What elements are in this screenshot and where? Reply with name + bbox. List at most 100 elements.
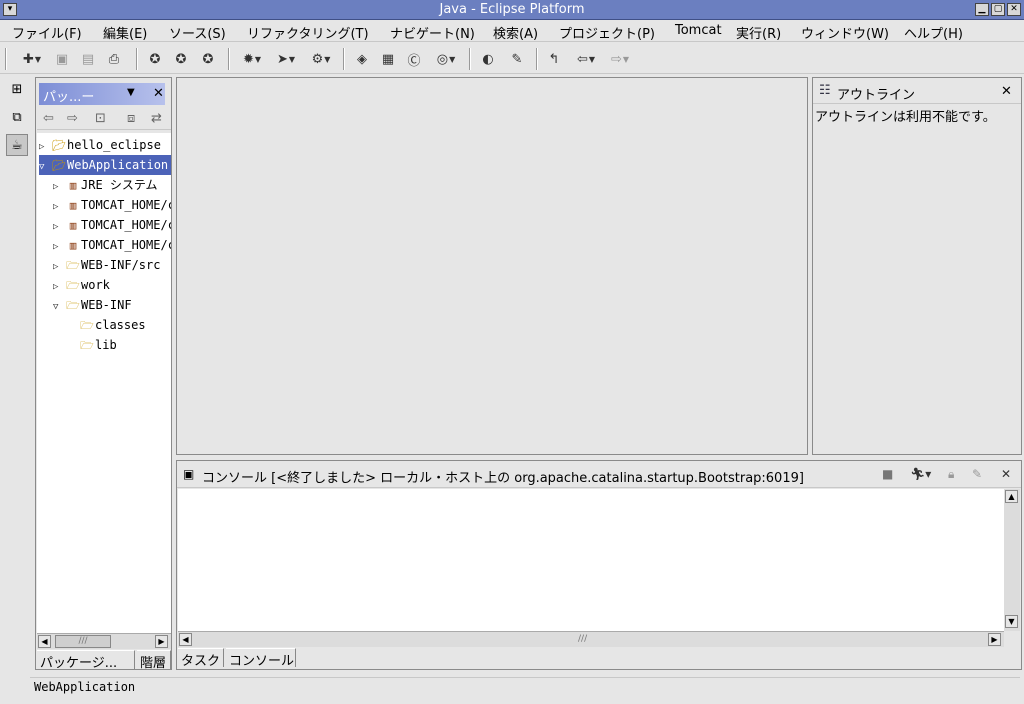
tree-item[interactable]: ▷ 🗁︎work <box>53 275 171 295</box>
menu-window[interactable]: ウィンドウ(W) <box>801 23 889 42</box>
console-title[interactable]: コンソール [<終了しました> ローカル・ホスト上の org.apache.ca… <box>202 467 804 486</box>
menu-source[interactable]: ソース(S) <box>169 23 226 42</box>
back-icon[interactable]: ⇦ <box>43 111 54 126</box>
scroll-up-icon[interactable]: ▲ <box>1005 490 1018 503</box>
scroll-left-icon[interactable]: ◀ <box>38 635 51 648</box>
jar-icon: ▥ <box>69 219 77 232</box>
close-icon[interactable]: ✕ <box>1001 467 1011 481</box>
external-tools-button[interactable]: ⚙ ▼ <box>306 50 336 68</box>
open-type-button[interactable]: ◐ <box>479 50 497 68</box>
forward-button[interactable]: ⇨ ▼ <box>606 50 634 68</box>
editor-area[interactable] <box>176 77 808 455</box>
terminate-icon[interactable]: ■ <box>882 467 893 481</box>
menu-search[interactable]: 検索(A) <box>493 23 538 42</box>
tree-item[interactable]: ▷ ▥ JRE システム <box>53 175 171 195</box>
lock-icon[interactable]: 🔒︎ <box>948 467 954 482</box>
collapsed-toggle-icon[interactable]: ▷ <box>53 277 65 297</box>
scrollbar-thumb[interactable]: /// <box>578 634 587 644</box>
tree-item[interactable]: ▷ ▥ TOMCAT_HOME/c <box>53 235 171 255</box>
folder-icon: 🗁︎ <box>80 319 94 332</box>
save-icon: ▣ <box>55 51 69 67</box>
clear-console-icon[interactable]: ✎ <box>972 467 982 481</box>
scroll-left-icon[interactable]: ◀ <box>179 633 192 646</box>
scrollbar-thumb[interactable]: /// <box>55 635 111 648</box>
view-menu-icon[interactable]: ▼ <box>127 87 135 98</box>
tree-item-label: work <box>81 278 110 292</box>
horizontal-scrollbar[interactable]: ◀ /// ▶ <box>37 633 171 649</box>
java-perspective-button[interactable]: ☕ <box>6 134 28 156</box>
tomcat-start-button[interactable]: ✪ <box>146 50 164 68</box>
jar-icon: ▥ <box>69 239 77 252</box>
tree-item[interactable]: ▽ 🗁︎WEB-INF <box>53 295 171 315</box>
menu-file[interactable]: ファイル(F) <box>12 23 82 42</box>
tree-item[interactable]: ▷ ▥ TOMCAT_HOME/c <box>53 195 171 215</box>
console-output[interactable] <box>178 489 1004 631</box>
tree-item[interactable]: ▷ ▥ TOMCAT_HOME/c <box>53 215 171 235</box>
tomcat-stop-button[interactable]: ✪ <box>172 50 190 68</box>
last-edit-button[interactable]: ↰ <box>545 50 563 68</box>
collapsed-toggle-icon[interactable]: ▷ <box>53 257 65 277</box>
horizontal-scrollbar[interactable]: ◀ /// ▶ <box>178 631 1004 647</box>
open-perspective-button[interactable]: ⊞ <box>6 78 28 100</box>
scroll-right-icon[interactable]: ▶ <box>988 633 1001 646</box>
menu-help[interactable]: ヘルプ(H) <box>904 23 963 42</box>
status-text: WebApplication <box>34 680 136 694</box>
forward-icon[interactable]: ⇨ <box>67 111 78 126</box>
pin-icon: ✎ <box>511 51 523 67</box>
back-button[interactable]: ⇦ ▼ <box>572 50 600 68</box>
new-project-icon: ◈ <box>357 51 367 67</box>
save-all-button[interactable]: ▤ <box>79 50 97 68</box>
folder-open-icon: 🗁︎ <box>66 299 80 312</box>
tree-item[interactable]: ▷ 🗁︎WEB-INF/src <box>53 255 171 275</box>
console-icon: ▣ <box>183 467 195 481</box>
close-icon[interactable]: ✕ <box>1001 84 1012 99</box>
tab-hierarchy[interactable]: 階層 <box>137 650 171 669</box>
scroll-down-icon[interactable]: ▼ <box>1005 615 1018 628</box>
tree-item[interactable]: 🗁︎classes <box>67 315 171 335</box>
tree-item[interactable]: ▷ 📂︎hello_eclipse <box>39 135 171 155</box>
outline-title[interactable]: アウトライン <box>837 84 915 103</box>
minimize-button[interactable]: ▁ <box>975 3 989 16</box>
tab-package-explorer[interactable]: パッケージ... <box>37 650 135 669</box>
new-project-button[interactable]: ◈ <box>353 50 371 68</box>
tab-tasks[interactable]: タスク <box>178 648 224 667</box>
menu-project[interactable]: プロジェクト(P) <box>559 23 655 42</box>
tomcat-restart-button[interactable]: ✪ <box>199 50 217 68</box>
close-window-button[interactable]: ✕ <box>1007 3 1021 16</box>
new-other-button[interactable]: ◎ ▼ <box>431 50 461 68</box>
menu-run[interactable]: 実行(R) <box>736 23 781 42</box>
collapse-all-icon[interactable]: ⧈ <box>127 111 135 126</box>
new-class-button[interactable]: Ⓒ <box>405 50 423 69</box>
resource-perspective-button[interactable]: ⧉ <box>6 106 28 128</box>
search-button[interactable]: ✎ <box>508 50 526 68</box>
collapsed-toggle-icon[interactable]: ▷ <box>53 197 65 217</box>
collapsed-toggle-icon[interactable]: ▷ <box>39 137 51 157</box>
run-config-icon[interactable]: 🏃︎▾ <box>910 467 931 481</box>
vertical-scrollbar[interactable]: ▲ ▼ <box>1004 489 1020 631</box>
up-icon[interactable]: ⊡ <box>95 111 106 126</box>
debug-button[interactable]: ✹ ▼ <box>238 50 266 68</box>
expanded-toggle-icon[interactable]: ▽ <box>53 297 65 317</box>
menu-navigate[interactable]: ナビゲート(N) <box>390 23 475 42</box>
close-icon[interactable]: ✕ <box>153 86 164 101</box>
run-button[interactable]: ➤ ▼ <box>272 50 300 68</box>
new-package-button[interactable]: ▦ <box>379 50 397 68</box>
tree-item[interactable]: 🗁︎lib <box>67 335 171 355</box>
menu-edit[interactable]: 編集(E) <box>103 23 147 42</box>
tomcat-start-icon: ✪ <box>149 51 161 67</box>
tab-console[interactable]: コンソール <box>226 648 296 667</box>
collapsed-toggle-icon[interactable]: ▷ <box>53 217 65 237</box>
tree-item[interactable]: ▽ 📂︎WebApplication <box>39 155 171 175</box>
print-button[interactable]: ⎙ <box>105 50 123 68</box>
collapsed-toggle-icon[interactable]: ▷ <box>53 177 65 197</box>
maximize-button[interactable]: ▢ <box>991 3 1005 16</box>
collapsed-toggle-icon[interactable]: ▷ <box>53 237 65 257</box>
link-with-editor-icon[interactable]: ⇄ <box>151 111 162 126</box>
expanded-toggle-icon[interactable]: ▽ <box>39 157 51 177</box>
scroll-right-icon[interactable]: ▶ <box>155 635 168 648</box>
new-button[interactable]: ✚ ▼ <box>18 50 46 68</box>
package-explorer-tab[interactable]: パッ...ー ▼ <box>39 83 165 105</box>
menu-tomcat[interactable]: Tomcat <box>675 23 722 38</box>
save-button[interactable]: ▣ <box>53 50 71 68</box>
menu-refactor[interactable]: リファクタリング(T) <box>247 23 369 42</box>
